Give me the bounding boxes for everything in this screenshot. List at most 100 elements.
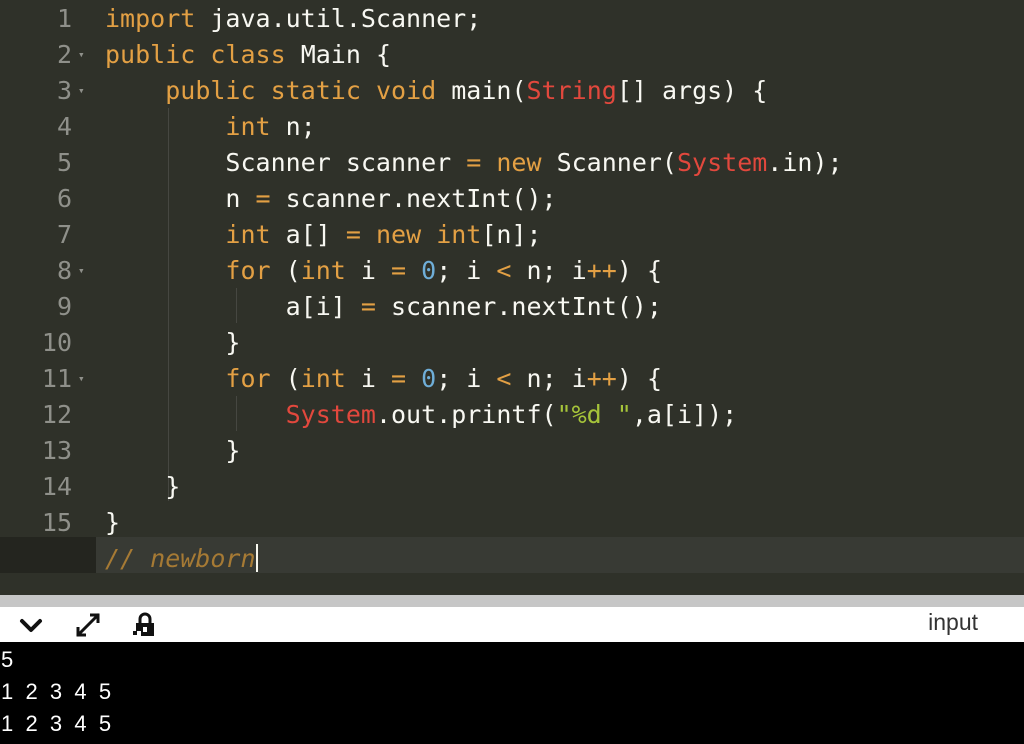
code-line[interactable]: public class Main { [105, 37, 1024, 73]
code-line[interactable]: for (int i = 0; i < n; i++) { [105, 361, 1024, 397]
code-token: int [300, 256, 346, 285]
code-token: } [105, 472, 181, 501]
code-token: } [105, 436, 241, 465]
line-number-label: 12 [41, 400, 72, 429]
code-line[interactable]: } [105, 433, 1024, 469]
code-token: = [466, 148, 482, 177]
code-line[interactable]: System.out.printf("%d ",a[i]); [105, 397, 1024, 433]
code-token: a[i] [105, 292, 361, 321]
code-token: void [375, 76, 437, 105]
terminal-line: 1 2 3 4 5 [1, 711, 112, 736]
code-token: public [165, 76, 256, 105]
code-line[interactable]: n = scanner.nextInt(); [105, 181, 1024, 217]
code-token: n; i [511, 256, 587, 285]
code-token: [n]; [481, 220, 542, 249]
code-line[interactable]: public static void main(String[] args) { [105, 73, 1024, 109]
code-token: [] args) { [616, 76, 768, 105]
line-number: 14 [0, 469, 96, 505]
code-token: ++ [586, 256, 617, 285]
code-token: "%d " [556, 400, 632, 429]
code-line[interactable]: } [105, 505, 1024, 541]
code-line[interactable]: a[i] = scanner.nextInt(); [105, 289, 1024, 325]
code-token: ; i [436, 256, 497, 285]
active-gutter-highlight [0, 537, 96, 573]
line-number-label: 9 [56, 292, 72, 321]
line-number-label: 10 [41, 328, 72, 357]
code-token: new [496, 148, 542, 177]
code-line[interactable]: } [105, 325, 1024, 361]
line-number: 5 [0, 145, 96, 181]
line-number-label: 8 [56, 256, 72, 285]
collapse-button[interactable] [17, 611, 45, 639]
code-area[interactable]: import java.util.Scanner; public class Ma… [96, 0, 1024, 595]
code-line[interactable]: Scanner scanner = new Scanner(System.in)… [105, 145, 1024, 181]
code-token: 0 [421, 364, 437, 393]
line-number: 7 [0, 217, 96, 253]
line-number-label: 14 [41, 472, 72, 501]
code-token: a[] [270, 220, 346, 249]
output-terminal[interactable]: 5 1 2 3 4 5 1 2 3 4 5 [0, 642, 1024, 744]
code-editor[interactable]: 12▾3▾45678▾91011▾1213141516 import java.… [0, 0, 1024, 595]
code-token: = [345, 220, 361, 249]
code-line[interactable]: import java.util.Scanner; [105, 1, 1024, 37]
lock-button[interactable] [131, 611, 159, 639]
fold-toggle-icon[interactable]: ▾ [78, 361, 85, 397]
output-panel-toolbar: input [0, 607, 1024, 643]
code-token: n; [270, 112, 316, 141]
fold-toggle-icon[interactable]: ▾ [78, 253, 85, 289]
code-token: new [375, 220, 422, 249]
code-token: ) { [616, 364, 662, 393]
code-token: scanner.nextInt(); [375, 292, 662, 321]
panel-tab-input[interactable]: input [928, 609, 978, 636]
fold-toggle-icon[interactable]: ▾ [78, 37, 85, 73]
code-token: System [285, 400, 376, 429]
code-token: class [210, 40, 286, 69]
line-number-label: 7 [56, 220, 72, 249]
code-token: } [105, 328, 241, 357]
code-token: ; i [436, 364, 497, 393]
line-number: 6 [0, 181, 96, 217]
code-token: Scanner( [541, 148, 677, 177]
code-token: .out.printf( [375, 400, 557, 429]
code-token: } [105, 508, 121, 537]
line-number-label: 13 [41, 436, 72, 465]
code-token: i [345, 256, 391, 285]
code-token: for [225, 364, 271, 393]
code-token: main( [436, 76, 527, 105]
code-line[interactable]: } [105, 469, 1024, 505]
line-number: 4 [0, 109, 96, 145]
expand-button[interactable] [74, 611, 102, 639]
line-number-label: 4 [56, 112, 72, 141]
code-line[interactable]: int a[] = new int[n]; [105, 217, 1024, 253]
line-number: 2 ▾ [0, 37, 96, 73]
code-line[interactable]: // newborn [105, 541, 1024, 577]
line-number-label: 15 [41, 508, 72, 537]
code-token: java.util.Scanner; [195, 4, 482, 33]
code-token: < [496, 364, 512, 393]
panel-divider[interactable] [0, 595, 1024, 607]
fold-toggle-icon[interactable]: ▾ [78, 73, 85, 109]
code-token: import [105, 4, 196, 33]
code-token: int [225, 112, 271, 141]
line-number: 10 [0, 325, 96, 361]
code-line[interactable]: for (int i = 0; i < n; i++) { [105, 253, 1024, 289]
code-token: ++ [586, 364, 617, 393]
chevron-down-icon [20, 619, 42, 632]
code-line[interactable]: int n; [105, 109, 1024, 145]
code-token: = [391, 364, 407, 393]
line-number: 15 [0, 505, 96, 541]
code-token: Main { [285, 40, 391, 69]
code-token: ,a[i]); [631, 400, 738, 429]
code-token: System [676, 148, 768, 177]
line-number: 1 [0, 1, 96, 37]
